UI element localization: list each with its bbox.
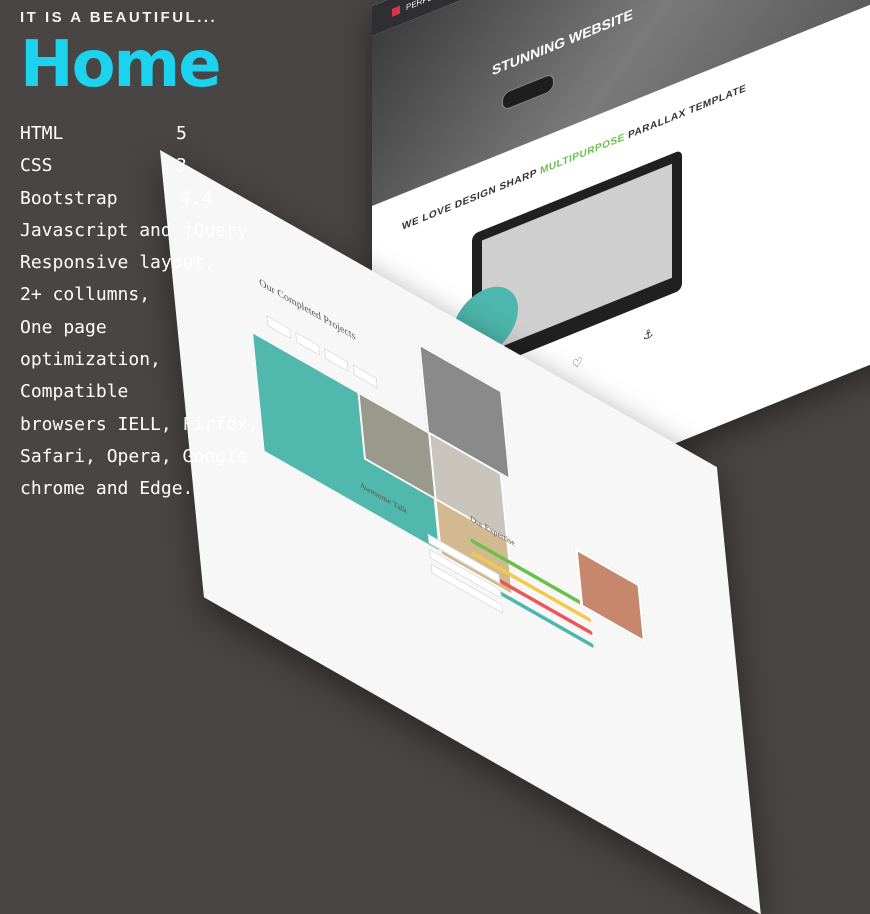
anchor-icon: ⚓ [642,325,654,344]
filter-tab [352,364,378,389]
filter-tab [324,347,349,373]
hero-button [502,72,554,112]
spec-list: HTML 5 CSS 3 Bootstrap 4.4 Javascript an… [20,118,280,506]
logo-icon [392,5,400,17]
feature-line: browsers IELL, Firfox, [20,413,259,435]
page-title: Home [20,28,222,102]
spec-value: 4.4 [180,187,213,209]
spec-name: HTML [20,123,64,144]
spec-css: CSS 3 [20,150,280,182]
spec-name: Bootstrap [20,187,118,209]
feature-line: One page [20,316,107,338]
tagline: IT IS A BEAUTIFUL... [20,9,218,26]
feature-line: optimization, [20,349,161,371]
feature-line: Responsive layout, [20,252,216,274]
feature-line: Javascript and jQuery [20,219,248,241]
feature-line: Safari, Opera, Google [20,445,248,467]
spec-html: HTML 5 [20,118,280,150]
spec-value: 5 [176,123,187,144]
promo-panel: IT IS A BEAUTIFUL... Home HTML 5 CSS 3 B… [20,0,280,506]
hero-title: STUNNING WEBSITE [492,5,633,79]
feature-line: 2+ collumns, [20,284,151,306]
spec-value: 3 [176,155,187,177]
filter-tab [295,331,321,356]
spec-bootstrap: Bootstrap 4.4 [20,183,280,215]
feature-line: chrome and Edge. [20,478,194,500]
heart-icon: ♡ [572,353,583,373]
feature-line: Compatible [20,381,129,403]
spec-name: CSS [20,155,53,177]
heading-highlight: MULTIPURPOSE [540,131,625,178]
